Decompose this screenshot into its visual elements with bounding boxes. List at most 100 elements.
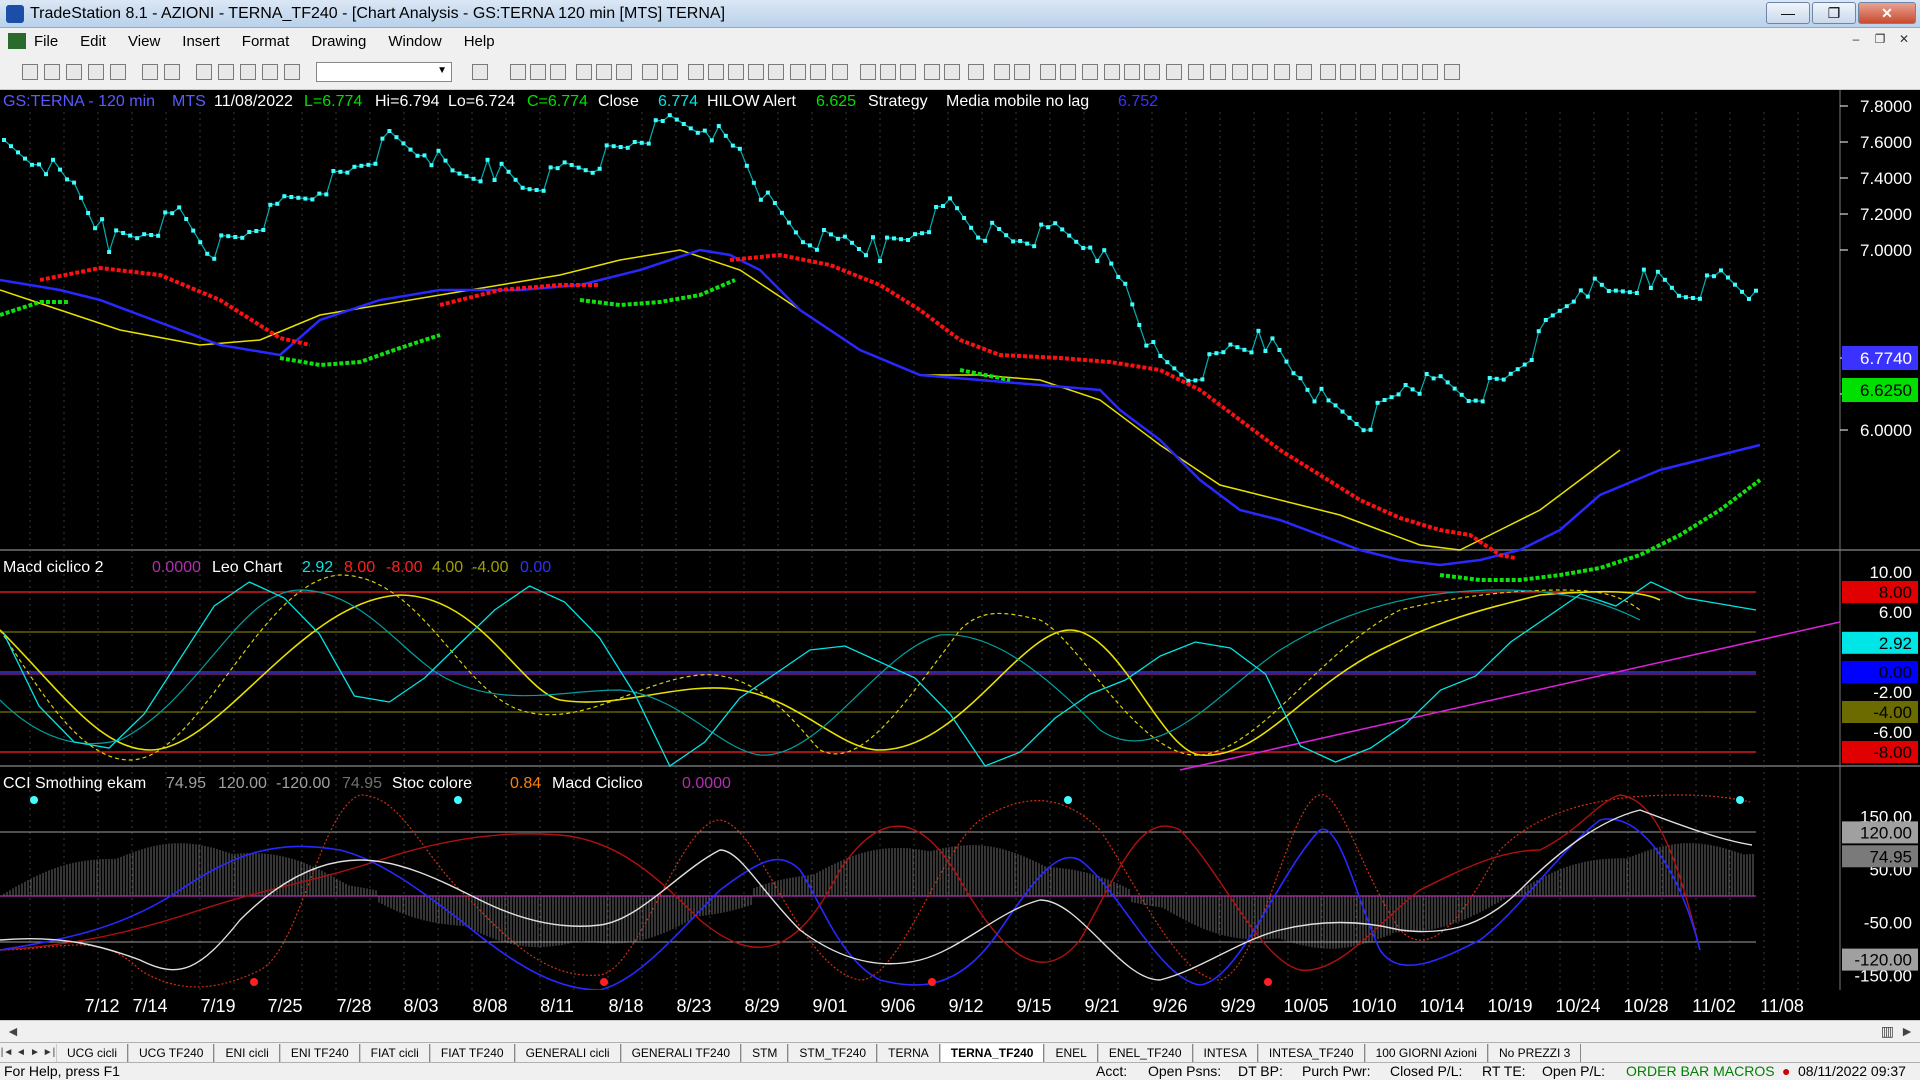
menu-view[interactable]: View [128, 33, 160, 50]
toolbar-tool-icon[interactable] [1014, 64, 1030, 80]
toolbar-tool-icon[interactable] [900, 64, 916, 80]
toolbar-tool-icon[interactable] [1402, 64, 1418, 80]
toolbar-tool-icon[interactable] [1082, 64, 1098, 80]
toolbar-tool-icon[interactable] [284, 64, 300, 80]
menu-window[interactable]: Window [388, 33, 441, 50]
toolbar-tool-icon[interactable] [1232, 64, 1248, 80]
toolbar-tool-icon[interactable] [1104, 64, 1120, 80]
toolbar-tool-icon[interactable] [1060, 64, 1076, 80]
horizontal-scrollbar[interactable]: ◄ ▥ ► [0, 1020, 1920, 1042]
workspace-tab[interactable]: UCG TF240 [128, 1043, 215, 1062]
toolbar-tool-icon[interactable] [790, 64, 806, 80]
toolbar-tool-icon[interactable] [944, 64, 960, 80]
toolbar-tool-icon[interactable] [596, 64, 612, 80]
workspace-tab[interactable]: STM [741, 1043, 789, 1062]
toolbar-tool-icon[interactable] [164, 64, 180, 80]
workspace-tab[interactable]: INTESA [1192, 1043, 1258, 1062]
maximize-button[interactable]: ❐ [1812, 2, 1856, 24]
workspace-tab[interactable]: INTESA_TF240 [1257, 1043, 1365, 1062]
toolbar-tool-icon[interactable] [88, 64, 104, 80]
menu-help[interactable]: Help [464, 33, 495, 50]
mdi-close-button[interactable]: ✕ [1894, 32, 1914, 50]
workspace-tab[interactable]: TERNA [877, 1043, 940, 1062]
workspace-tab[interactable]: FIAT TF240 [429, 1043, 515, 1062]
toolbar-tool-icon[interactable] [688, 64, 704, 80]
toolbar-tool-icon[interactable] [530, 64, 546, 80]
workspace-tab[interactable]: STM_TF240 [788, 1043, 878, 1062]
toolbar-tool-icon[interactable] [218, 64, 234, 80]
workspace-tab[interactable]: TERNA_TF240 [939, 1043, 1045, 1062]
scroll-right-icon[interactable]: ► [1900, 1023, 1914, 1039]
scroll-thumb-icon[interactable]: ▥ [1881, 1023, 1894, 1040]
symbol-dropdown[interactable] [316, 62, 452, 82]
menu-format[interactable]: Format [242, 33, 290, 50]
toolbar-tool-icon[interactable] [1124, 64, 1140, 80]
toolbar-tool-icon[interactable] [550, 64, 566, 80]
toolbar-tool-icon[interactable] [968, 64, 984, 80]
macd-trendline[interactable] [1179, 621, 1841, 771]
toolbar-tool-icon[interactable] [44, 64, 60, 80]
toolbar-tool-icon[interactable] [66, 64, 82, 80]
toolbar-tool-icon[interactable] [1188, 64, 1204, 80]
mdi-restore-button[interactable]: ❐ [1870, 32, 1890, 50]
toolbar-tool-icon[interactable] [142, 64, 158, 80]
toolbar-tool-icon[interactable] [1340, 64, 1356, 80]
menu-edit[interactable]: Edit [80, 33, 106, 50]
menu-insert[interactable]: Insert [182, 33, 220, 50]
workspace-tab[interactable]: GENERALI TF240 [620, 1043, 742, 1062]
toolbar-tool-icon[interactable] [240, 64, 256, 80]
menu-drawing[interactable]: Drawing [311, 33, 366, 50]
workspace-tab[interactable]: FIAT cicli [359, 1043, 430, 1062]
tab-last-icon[interactable]: ►| [42, 1047, 56, 1058]
toolbar-tool-icon[interactable] [880, 64, 896, 80]
toolbar-tool-icon[interactable] [22, 64, 38, 80]
toolbar-tool-icon[interactable] [262, 64, 278, 80]
workspace-tab[interactable]: ENEL [1044, 1043, 1098, 1062]
toolbar-tool-icon[interactable] [1040, 64, 1056, 80]
toolbar-tool-icon[interactable] [1360, 64, 1376, 80]
toolbar-tool-icon[interactable] [748, 64, 764, 80]
workspace-tab[interactable]: GENERALI cicli [514, 1043, 621, 1062]
toolbar-tool-icon[interactable] [1296, 64, 1312, 80]
toolbar-tool-icon[interactable] [616, 64, 632, 80]
tab-prev-icon[interactable]: ◄ [14, 1047, 28, 1058]
toolbar-tool-icon[interactable] [832, 64, 848, 80]
toolbar-tool-icon[interactable] [1422, 64, 1438, 80]
toolbar-tool-icon[interactable] [1144, 64, 1160, 80]
workspace-tab[interactable]: No PREZZI 3 [1487, 1043, 1582, 1062]
toolbar-tool-icon[interactable] [768, 64, 784, 80]
status-macros[interactable]: ORDER BAR MACROS [1626, 1063, 1775, 1079]
close-button[interactable]: ✕ [1858, 2, 1916, 24]
toolbar-tool-icon[interactable] [860, 64, 876, 80]
toolbar-tool-icon[interactable] [924, 64, 940, 80]
toolbar-tool-icon[interactable] [1274, 64, 1290, 80]
workspace-tab[interactable]: ENI cicli [214, 1043, 280, 1062]
toolbar-tool-icon[interactable] [1382, 64, 1398, 80]
tab-next-icon[interactable]: ► [28, 1047, 42, 1058]
scroll-left-icon[interactable]: ◄ [6, 1023, 20, 1039]
toolbar-tool-icon[interactable] [1444, 64, 1460, 80]
toolbar-tool-icon[interactable] [110, 64, 126, 80]
toolbar-tool-icon[interactable] [576, 64, 592, 80]
toolbar-tool-icon[interactable] [1166, 64, 1182, 80]
workspace-tab[interactable]: ENEL_TF240 [1097, 1043, 1193, 1062]
toolbar-tool-icon[interactable] [1210, 64, 1226, 80]
toolbar-tool-icon[interactable] [1320, 64, 1336, 80]
toolbar-tool-icon[interactable] [472, 64, 488, 80]
workspace-tab[interactable]: 100 GIORNI Azioni [1364, 1043, 1488, 1062]
mdi-minimize-button[interactable]: – [1846, 32, 1866, 50]
chart-area[interactable]: GS:TERNA - 120 min MTS 11/08/2022 L=6.77… [0, 90, 1920, 1020]
minimize-button[interactable]: — [1766, 2, 1810, 24]
toolbar-tool-icon[interactable] [510, 64, 526, 80]
workspace-tab[interactable]: UCG cicli [56, 1043, 128, 1062]
toolbar-tool-icon[interactable] [196, 64, 212, 80]
toolbar-tool-icon[interactable] [810, 64, 826, 80]
workspace-tab[interactable]: ENI TF240 [279, 1043, 360, 1062]
toolbar-tool-icon[interactable] [994, 64, 1010, 80]
toolbar-tool-icon[interactable] [708, 64, 724, 80]
toolbar-tool-icon[interactable] [642, 64, 658, 80]
toolbar-tool-icon[interactable] [728, 64, 744, 80]
toolbar-tool-icon[interactable] [662, 64, 678, 80]
toolbar-tool-icon[interactable] [1252, 64, 1268, 80]
tab-first-icon[interactable]: |◄ [0, 1047, 14, 1058]
